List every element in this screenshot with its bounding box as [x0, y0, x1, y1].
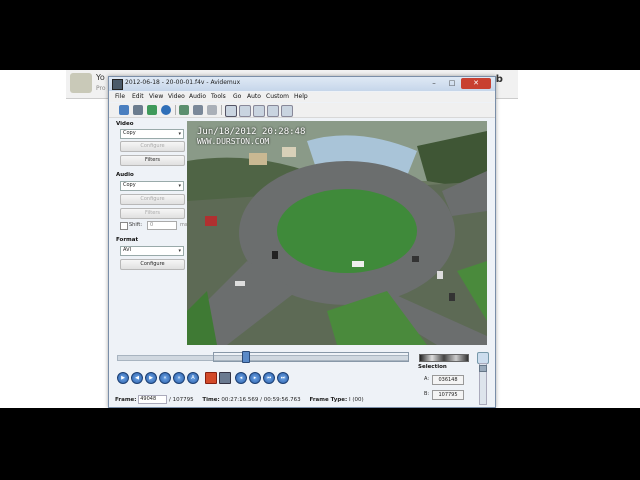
frame-input[interactable]: 49048: [138, 395, 168, 404]
volume-slider[interactable]: [479, 363, 487, 405]
menu-file[interactable]: File: [115, 93, 125, 100]
menu-help[interactable]: Help: [294, 93, 308, 100]
play-icon[interactable]: ▶: [117, 372, 129, 384]
format-select[interactable]: AVI ▾: [120, 246, 184, 256]
open-icon[interactable]: [119, 105, 129, 115]
side-by-side-icon[interactable]: [253, 105, 265, 117]
preview-output-icon[interactable]: [239, 105, 251, 117]
background-app-icon: [70, 73, 92, 93]
next-frame-icon[interactable]: ▶: [145, 372, 157, 384]
preview-input-icon[interactable]: [225, 105, 237, 117]
selection-title: Selection: [418, 364, 447, 370]
selection-b-button[interactable]: 107795: [432, 390, 464, 400]
audio-shift-row: Shift: 0 ms: [120, 221, 190, 230]
selection-a-label: A:: [424, 376, 430, 382]
menu-go[interactable]: Go: [233, 93, 241, 100]
video-codec-value: Copy: [123, 130, 136, 136]
menu-audio[interactable]: Audio: [189, 93, 206, 100]
separate-icon[interactable]: [281, 105, 293, 117]
open-avs-icon[interactable]: [179, 105, 189, 115]
prev-keyframe-icon[interactable]: «: [159, 372, 171, 384]
frame-type-label: Frame Type:: [309, 397, 348, 403]
info-icon[interactable]: [161, 105, 171, 115]
calculator-icon[interactable]: [207, 105, 217, 115]
menu-custom[interactable]: Custom: [266, 93, 289, 100]
background-text-line1: Yo: [96, 73, 105, 82]
frame-type-value: I (00): [348, 397, 364, 403]
menu-edit[interactable]: Edit: [132, 93, 144, 100]
film-strip-icon[interactable]: [219, 372, 231, 384]
video-preview[interactable]: Jun/18/2012 20:28:48 WWW.DURSTON.COM: [187, 121, 487, 345]
menu-auto[interactable]: Auto: [247, 93, 261, 100]
time-value: 00:27:16.569: [221, 397, 259, 403]
video-section-title: Video: [116, 121, 134, 127]
video-watermark-overlay: WWW.DURSTON.COM: [197, 137, 270, 146]
minimize-button[interactable]: –: [425, 78, 443, 89]
timeline-slider-thumb[interactable]: [241, 351, 250, 363]
status-bar: Frame: 49048 / 107795 Time: 00:27:16.569…: [115, 395, 364, 404]
letterbox-bottom: [0, 408, 640, 480]
audio-filters-button[interactable]: Filters: [120, 208, 185, 219]
goto-end-icon[interactable]: ⏭: [277, 372, 289, 384]
toolbar-separator: [221, 105, 222, 115]
audio-shift-checkbox[interactable]: [120, 222, 128, 230]
background-text-line2: Pro: [96, 85, 106, 92]
set-marker-a-icon[interactable]: A: [187, 372, 199, 384]
format-configure-button[interactable]: Configure: [120, 259, 185, 270]
video-configure-button[interactable]: Configure: [120, 141, 185, 152]
side-panel: Video Copy ▾ Configure Filters Audio Cop…: [109, 119, 187, 369]
selection-a-button[interactable]: 036148: [432, 375, 464, 385]
time-total: / 00:59:56.763: [260, 397, 301, 403]
prev-frame-icon[interactable]: ◀: [131, 372, 143, 384]
next-keyframe-icon[interactable]: »: [173, 372, 185, 384]
next-black-frame-icon[interactable]: ▸: [249, 372, 261, 384]
selection-b-label: B:: [424, 391, 430, 397]
format-value: AVI: [123, 247, 131, 253]
avidemux-window: 2012-06-18 - 20-00-01.f4v - Avidemux – □…: [108, 76, 496, 408]
menu-tools[interactable]: Tools: [211, 93, 226, 100]
timeline-area: ▶ ◀ ▶ « » A ◂ ▸ ⏮ ⏭ Selection A: 036148 …: [109, 349, 495, 407]
close-button[interactable]: ✕: [461, 78, 491, 89]
top-bottom-icon[interactable]: [267, 105, 279, 117]
volume-slider-knob[interactable]: [479, 365, 487, 372]
video-frame-image: [187, 121, 487, 345]
title-bar[interactable]: 2012-06-18 - 20-00-01.f4v - Avidemux – □…: [109, 77, 495, 91]
save-image-icon[interactable]: [147, 105, 157, 115]
letterbox-top: [0, 0, 640, 70]
menu-bar: File Edit View Video Audio Tools Go Auto…: [109, 92, 495, 102]
audio-section-title: Audio: [116, 172, 134, 178]
frame-total: / 107795: [169, 397, 194, 403]
window-title: 2012-06-18 - 20-00-01.f4v - Avidemux: [125, 79, 241, 86]
avidemux-app-icon: [112, 79, 123, 90]
video-filters-button[interactable]: Filters: [120, 155, 185, 166]
chevron-down-icon: ▾: [178, 248, 181, 254]
chevron-down-icon: ▾: [178, 183, 181, 189]
toolbar-separator: [175, 105, 176, 115]
prev-black-frame-icon[interactable]: ◂: [235, 372, 247, 384]
save-icon[interactable]: [133, 105, 143, 115]
format-section-title: Format: [116, 237, 139, 243]
video-codec-select[interactable]: Copy ▾: [120, 129, 184, 139]
volume-meter: [419, 354, 469, 362]
menu-view[interactable]: View: [149, 93, 163, 100]
audio-codec-select[interactable]: Copy ▾: [120, 181, 184, 191]
audio-shift-input[interactable]: 0: [147, 221, 177, 230]
menu-video[interactable]: Video: [168, 93, 185, 100]
frame-label: Frame:: [115, 397, 137, 403]
goto-start-icon[interactable]: ⏮: [263, 372, 275, 384]
save-avs-icon[interactable]: [193, 105, 203, 115]
toolbar: [109, 103, 495, 118]
chevron-down-icon: ▾: [178, 131, 181, 137]
set-marker-b-icon[interactable]: [205, 372, 217, 384]
video-timestamp-overlay: Jun/18/2012 20:28:48: [197, 127, 306, 137]
audio-codec-value: Copy: [123, 182, 136, 188]
audio-shift-label: Shift:: [129, 222, 143, 228]
maximize-button[interactable]: □: [443, 78, 461, 89]
audio-configure-button[interactable]: Configure: [120, 194, 185, 205]
time-label: Time:: [202, 397, 220, 403]
